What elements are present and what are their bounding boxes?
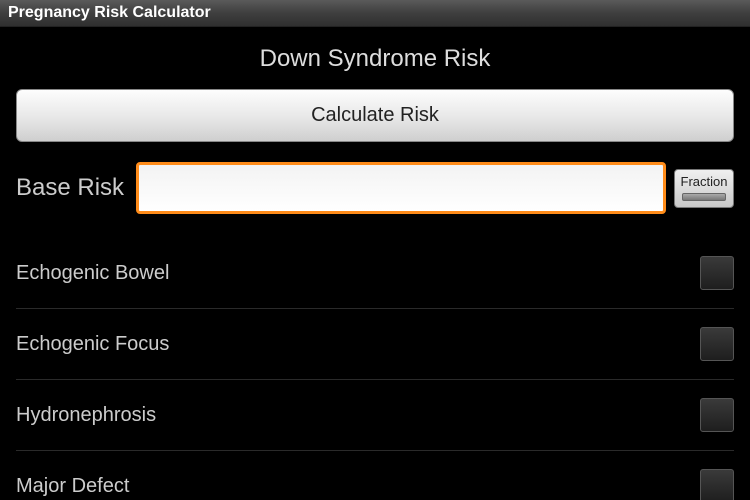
finding-label: Hydronephrosis [16,404,156,427]
calculate-risk-button[interactable]: Calculate Risk [16,89,734,142]
list-item[interactable]: Major Defect [16,451,734,500]
page-title: Down Syndrome Risk [16,45,734,73]
list-item[interactable]: Echogenic Bowel [16,238,734,309]
finding-checkbox[interactable] [700,469,734,500]
app-name: Pregnancy Risk Calculator [8,4,211,21]
toggle-indicator-icon [682,193,726,201]
list-item[interactable]: Echogenic Focus [16,309,734,380]
finding-label: Major Defect [16,475,129,498]
finding-label: Echogenic Focus [16,333,169,356]
findings-list: Echogenic Bowel Echogenic Focus Hydronep… [16,238,734,500]
list-item[interactable]: Hydronephrosis [16,380,734,451]
finding-label: Echogenic Bowel [16,262,169,285]
base-risk-row: Base Risk Fraction [16,162,734,214]
finding-checkbox[interactable] [700,256,734,290]
fraction-toggle[interactable]: Fraction [674,169,734,208]
finding-checkbox[interactable] [700,398,734,432]
fraction-toggle-label: Fraction [677,174,731,189]
content-area: Down Syndrome Risk Calculate Risk Base R… [0,27,750,500]
titlebar: Pregnancy Risk Calculator [0,0,750,27]
base-risk-input[interactable] [136,162,666,214]
base-risk-label: Base Risk [16,174,128,202]
finding-checkbox[interactable] [700,327,734,361]
